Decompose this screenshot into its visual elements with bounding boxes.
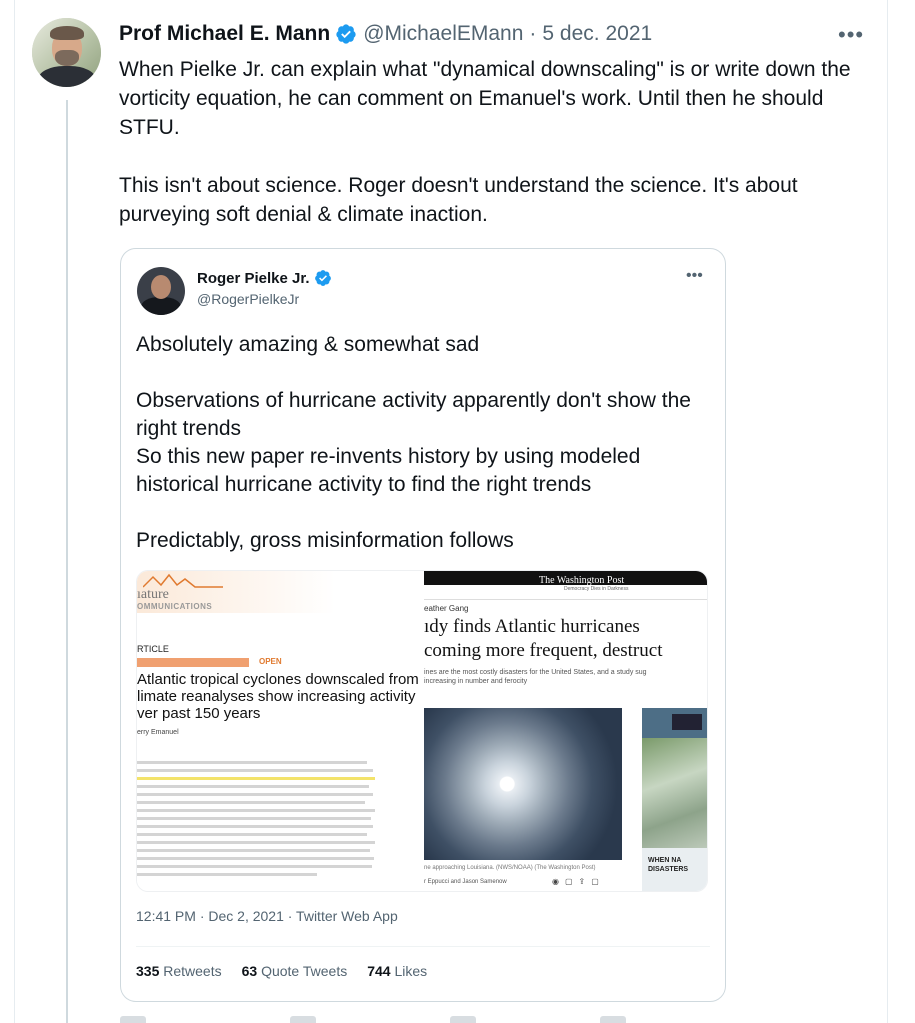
news-article-screenshot[interactable]: The Washington Post Democracy Dies in Da… bbox=[424, 571, 707, 891]
quoted-paragraph: Observations of hurricane activity appar… bbox=[136, 389, 691, 496]
masthead-tagline: Democracy Dies in Darkness bbox=[564, 586, 629, 592]
author-avatar[interactable] bbox=[32, 18, 101, 87]
hurricane-satellite-image bbox=[424, 708, 622, 860]
doi-badge bbox=[137, 658, 249, 667]
tweet-paragraph: This isn't about science. Roger doesn't … bbox=[119, 174, 798, 226]
more-options-icon[interactable]: ••• bbox=[838, 22, 864, 48]
article-share-icons: ◉▢⇪▢ bbox=[552, 877, 605, 886]
verified-badge-icon bbox=[336, 24, 356, 44]
quote-tweets-stat[interactable]: 63 Quote Tweets bbox=[242, 963, 348, 979]
article-label: RTICLE bbox=[137, 644, 169, 654]
author-handle[interactable]: @MichaelEMann bbox=[363, 22, 523, 46]
tweet-date[interactable]: 5 dec. 2021 bbox=[542, 22, 652, 46]
quoted-more-options-icon[interactable]: ••• bbox=[686, 267, 703, 285]
quoted-author-avatar[interactable] bbox=[137, 267, 185, 315]
tweet-timestamp[interactable]: 12:41 PM · Dec 2, 2021 · Twitter Web App bbox=[136, 908, 398, 924]
action-bar-partial bbox=[120, 1016, 720, 1023]
verified-badge-icon bbox=[314, 270, 331, 286]
quoted-tweet[interactable]: Roger Pielke Jr. @RogerPielkeJr ••• Abso… bbox=[120, 248, 726, 1002]
separator-dot: · bbox=[529, 22, 537, 45]
image-caption: ne approaching Louisiana. (NWS/NOAA) (Th… bbox=[424, 865, 596, 871]
quoted-paragraph: Predictably, gross misinformation follow… bbox=[136, 529, 514, 552]
thread-line bbox=[66, 100, 68, 1023]
retweets-stat[interactable]: 335 Retweets bbox=[136, 963, 222, 979]
journal-subtitle: OMMUNICATIONS bbox=[137, 602, 213, 611]
paper-author: erry Emanuel bbox=[137, 729, 179, 736]
quoted-author-row: Roger Pielke Jr. bbox=[197, 269, 332, 287]
quoted-paragraph: Absolutely amazing & somewhat sad bbox=[136, 333, 480, 356]
divider bbox=[136, 946, 710, 947]
article-byline: r Eppucci and Jason Samenow bbox=[424, 879, 507, 885]
quoted-author-name[interactable]: Roger Pielke Jr. bbox=[197, 270, 310, 287]
journal-name: ıature bbox=[137, 587, 169, 602]
abstract-text-lines bbox=[137, 761, 377, 881]
article-dek: ines are the most costly disasters for t… bbox=[424, 669, 647, 685]
paper-title: Atlantic tropical cyclones downscaled fr… bbox=[137, 671, 419, 722]
quoted-tweet-text: Absolutely amazing & somewhat sad Observ… bbox=[136, 331, 716, 555]
author-name[interactable]: Prof Michael E. Mann bbox=[119, 22, 330, 46]
attached-images[interactable]: ıature OMMUNICATIONS RTICLE OPEN Atlanti… bbox=[136, 570, 708, 892]
tweet-paragraph: When Pielke Jr. can explain what "dynami… bbox=[119, 58, 851, 139]
article-category: eather Gang bbox=[424, 604, 469, 613]
tweet-header: Prof Michael E. Mann @MichaelEMann · 5 d… bbox=[119, 22, 652, 46]
quoted-author-handle[interactable]: @RogerPielkeJr bbox=[197, 291, 299, 307]
open-access-label: OPEN bbox=[259, 657, 282, 666]
paper-screenshot[interactable]: ıature OMMUNICATIONS RTICLE OPEN Atlanti… bbox=[137, 571, 420, 891]
article-headline: ıdy finds Atlantic hurricanes coming mor… bbox=[424, 616, 663, 661]
tweet-text: When Pielke Jr. can explain what "dynami… bbox=[119, 55, 864, 229]
engagement-stats: 335 Retweets 63 Quote Tweets 744 Likes bbox=[136, 963, 427, 979]
likes-stat[interactable]: 744 Likes bbox=[367, 963, 427, 979]
sidebar-ad: WHEN NA DISASTERS bbox=[642, 708, 707, 891]
